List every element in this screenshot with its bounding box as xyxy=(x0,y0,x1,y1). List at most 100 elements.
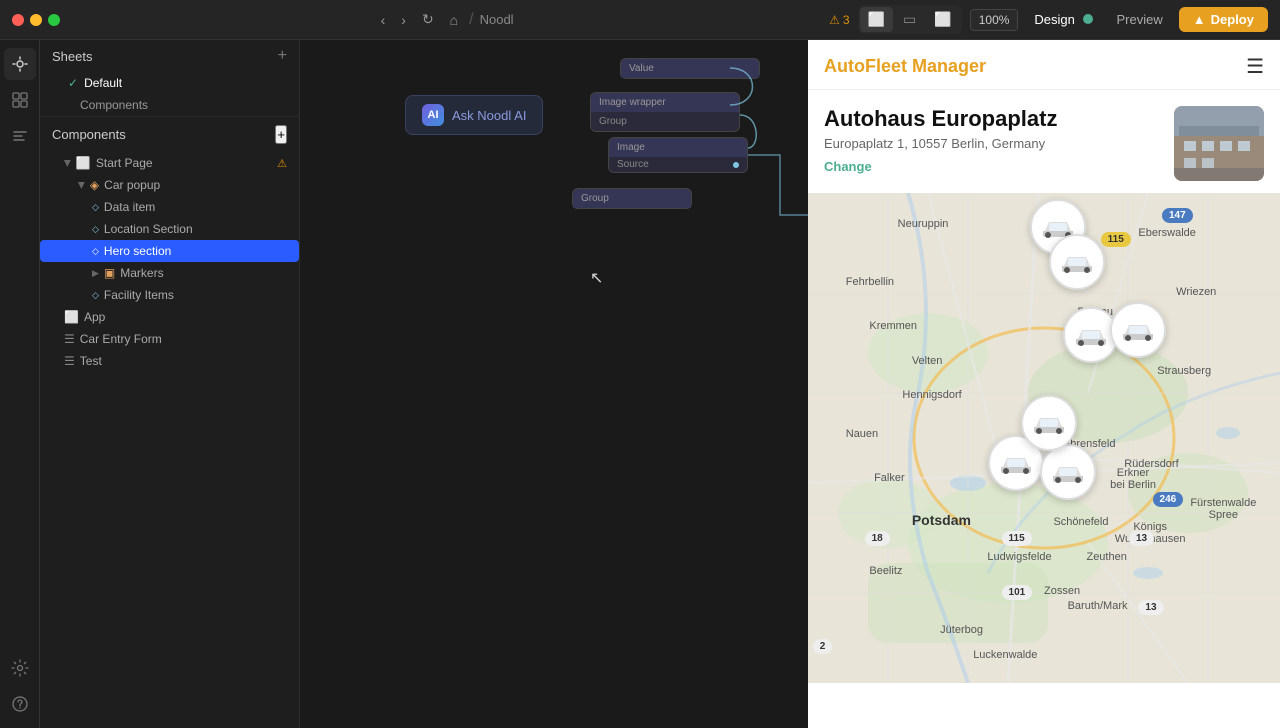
home-button[interactable]: ⌂ xyxy=(445,10,463,30)
preview-button[interactable]: Preview xyxy=(1109,8,1171,31)
warn-triangle-icon: ⚠ xyxy=(277,157,287,170)
traffic-light-yellow[interactable] xyxy=(30,14,42,26)
tree-item-hero-section[interactable]: ◇ Hero section xyxy=(40,240,299,262)
tree-item-start-page[interactable]: ▶ ⬜ Start Page ⚠ xyxy=(40,152,299,174)
tree-item-data-item[interactable]: ◇ Data item xyxy=(40,196,299,218)
port-dot xyxy=(733,162,739,168)
map-label-falker: Falker xyxy=(874,472,905,484)
diamond-icon: ◇ xyxy=(92,246,99,257)
map-label-erkner: Erknerbei Berlin xyxy=(1110,467,1156,491)
add-sheet-button[interactable]: + xyxy=(278,48,287,64)
map-label-velten: Velten xyxy=(912,355,943,367)
tree-label: Car Entry Form xyxy=(80,332,162,346)
value-node-header: Value xyxy=(621,59,759,78)
preview-location: Autohaus Europaplatz Europaplatz 1, 1055… xyxy=(808,90,1280,193)
components-label: Components xyxy=(52,127,126,142)
location-info: Autohaus Europaplatz Europaplatz 1, 1055… xyxy=(824,106,1162,181)
preview-map[interactable]: Neuruppin Eberswalde Fehrbellin Kremmen … xyxy=(808,193,1280,683)
tree-label: App xyxy=(84,310,105,324)
tree-item-car-entry-form[interactable]: ☰ Car Entry Form xyxy=(40,328,299,350)
traffic-light-red[interactable] xyxy=(12,14,24,26)
car-marker-2[interactable] xyxy=(1049,234,1105,290)
nav-back-button[interactable]: ‹ xyxy=(376,10,391,30)
expand-arrow-start-page: ▶ xyxy=(62,160,73,167)
components-section: Components + ▶ ⬜ Start Page ⚠ ▶ ◈ Car po… xyxy=(40,117,299,728)
add-component-button[interactable]: + xyxy=(275,125,287,144)
car-marker-4[interactable] xyxy=(1110,302,1166,358)
canvas-area[interactable]: AI Ask Noodl AI Value Image wrapper Grou… xyxy=(300,40,808,728)
change-link[interactable]: Change xyxy=(824,159,1162,174)
diamond-icon: ◇ xyxy=(92,202,99,213)
sidebar-icon-help[interactable] xyxy=(4,688,36,720)
tree-item-facility-items[interactable]: ◇ Facility Items xyxy=(40,284,299,306)
right-preview: AutoFleet Manager ☰ Autohaus Europaplatz… xyxy=(808,40,1280,728)
map-label-hennigsdorf: Hennigsdorf xyxy=(902,389,961,401)
route-badge-115b: 115 xyxy=(1002,531,1032,546)
nav-forward-button[interactable]: › xyxy=(396,10,411,30)
tree-item-app[interactable]: ⬜ App xyxy=(40,306,299,328)
location-name: Autohaus Europaplatz xyxy=(824,106,1162,132)
group-node-header: Group xyxy=(573,189,691,208)
hamburger-menu-icon[interactable]: ☰ xyxy=(1246,54,1264,79)
map-label-ludwigsfelde: Ludwigsfelde xyxy=(987,551,1051,563)
tree-label: Markers xyxy=(120,266,163,280)
sidebar-icon-settings[interactable] xyxy=(4,652,36,684)
page-icon: ☰ xyxy=(64,332,75,346)
tree-label: Facility Items xyxy=(104,288,174,302)
map-label-nauen: Nauen xyxy=(846,428,878,440)
design-dot xyxy=(1083,14,1093,24)
car-marker-7[interactable] xyxy=(1021,395,1077,451)
warn-count: 3 xyxy=(843,13,850,27)
page-icon: ☰ xyxy=(64,354,75,368)
image-source-port: Source xyxy=(609,157,747,172)
map-label-fehrbellin: Fehrbellin xyxy=(846,276,894,288)
map-label-baruth: Baruth/Mark xyxy=(1068,600,1128,612)
traffic-lights xyxy=(12,14,60,26)
view-overlay[interactable]: ⬜ xyxy=(926,7,959,32)
view-side-by-side[interactable]: ⬜ xyxy=(860,7,893,32)
ai-icon: AI xyxy=(422,104,444,126)
refresh-button[interactable]: ↻ xyxy=(417,9,439,30)
sidebar-icon-data[interactable] xyxy=(4,120,36,152)
map-label-juterbog: Jüterbog xyxy=(940,624,983,636)
tree-item-car-popup[interactable]: ▶ ◈ Car popup xyxy=(40,174,299,196)
view-single[interactable]: ▭ xyxy=(895,7,924,32)
sidebar-icon-grid[interactable] xyxy=(4,84,36,116)
diamond-icon: ◇ xyxy=(92,290,99,301)
image-node[interactable]: Image Source xyxy=(608,137,748,173)
topbar-left xyxy=(12,14,60,26)
car-marker-6[interactable] xyxy=(1040,444,1096,500)
image-wrapper-node[interactable]: Image wrapper Group xyxy=(590,92,740,132)
sheet-item-default[interactable]: ✓ Default xyxy=(40,72,299,94)
tree-item-location-section[interactable]: ◇ Location Section xyxy=(40,218,299,240)
sheet-item-components[interactable]: Components xyxy=(40,94,299,116)
tree-item-markers[interactable]: ▶ ▣ Markers xyxy=(40,262,299,284)
sheet-name: Default xyxy=(84,76,122,90)
sidebar-icon-components[interactable] xyxy=(4,48,36,80)
route-badge-246: 246 xyxy=(1153,492,1184,507)
ask-ai-button[interactable]: AI Ask Noodl AI xyxy=(405,95,543,135)
left-panel: Sheets + ✓ Default Components Components… xyxy=(40,40,300,728)
route-badge-101: 101 xyxy=(1002,585,1033,600)
tree-label: Location Section xyxy=(104,222,193,236)
group-node[interactable]: Group xyxy=(572,188,692,209)
map-label-schonefeld: Schönefeld xyxy=(1053,516,1108,528)
image-wrapper-subtitle: Group xyxy=(591,112,739,131)
map-label-beelitz: Beelitz xyxy=(869,565,902,577)
sheets-section: Sheets + ✓ Default Components xyxy=(40,40,299,117)
map-label-zeuthen: Zeuthen xyxy=(1086,551,1126,563)
route-badge-13: 13 xyxy=(1129,531,1154,546)
value-node[interactable]: Value xyxy=(620,58,760,79)
tree-item-test[interactable]: ☰ Test xyxy=(40,350,299,372)
diamond-icon: ◇ xyxy=(92,224,99,235)
check-icon: ✓ xyxy=(68,76,78,90)
map-label-neuruppin: Neuruppin xyxy=(898,218,949,230)
sheets-header: Sheets + xyxy=(40,40,299,72)
traffic-light-green[interactable] xyxy=(48,14,60,26)
zoom-control[interactable]: 100% xyxy=(970,9,1019,31)
deploy-button[interactable]: ▲ Deploy xyxy=(1179,7,1268,32)
page-icon: ⬜ xyxy=(64,310,79,324)
image-node-header: Image xyxy=(609,138,747,157)
design-button[interactable]: Design xyxy=(1026,8,1100,31)
warn-button[interactable]: ⚠ 3 xyxy=(829,13,849,27)
